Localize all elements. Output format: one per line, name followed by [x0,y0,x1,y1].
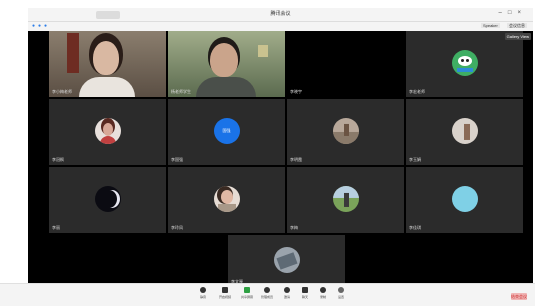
people-icon [264,287,270,293]
window-controls[interactable]: –□× [499,10,527,16]
participants-button[interactable]: 管理成员 [260,287,274,305]
window-title: 腾讯会议 [270,11,291,17]
participant-name: 李宏老师 [409,89,425,94]
participant-name: 李佳琪 [409,225,421,230]
participant-tile[interactable]: 李小梅老师 [49,31,166,97]
participant-name: 李冠枫 [52,157,64,162]
invite-button[interactable]: 邀请 [280,287,294,305]
view-switch-button[interactable]: Speaker [480,23,500,28]
participant-tile[interactable]: 李冠枫 [49,99,166,165]
share-screen-button[interactable]: 共享屏幕 [240,287,254,305]
meeting-control-bar: 静音 开启视频 共享屏幕 管理成员 邀请 聊天 录制 设置 结束会议 [0,283,535,306]
participant-avatar [213,185,240,212]
participant-tile[interactable]: 杨老师学生 [168,31,285,97]
title-bar: 腾讯会议 –□× [28,8,533,22]
settings-button[interactable]: 设置 [334,287,348,305]
mute-button[interactable]: 静音 [196,287,210,305]
participant-avatar [451,49,478,76]
participant-name: 李玲凤 [171,225,183,230]
participant-name: 李明霞 [290,157,302,162]
meeting-status-icons[interactable]: ●●● [32,23,50,29]
participant-tile[interactable]: 李玉娟 [406,99,523,165]
participant-avatar [451,185,478,212]
participant-name: 李玉娟 [409,157,421,162]
participant-tile[interactable]: 李玲凤 [168,167,285,233]
chat-button[interactable]: 聊天 [298,287,312,305]
meeting-bar-right: Speaker 会议信息 [475,23,527,29]
chat-icon [302,287,308,293]
participant-tile[interactable]: 李明霞 [287,99,404,165]
video-grid: 李小梅老师 杨老师学生 李晓宇 李宏老师 李冠枫 国强 李国强 李明霞 李玉娟 … [28,31,533,287]
participant-name: 李小梅老师 [52,89,72,94]
gear-icon [338,287,344,293]
participant-name: 李梅 [290,225,298,230]
participant-avatar [94,117,121,144]
participant-tile[interactable]: 李文琴 [228,235,345,287]
participant-tile[interactable]: 李晓宇 [287,31,404,97]
meeting-info-bar: ●●● Speaker 会议信息 [28,22,533,31]
participant-video [93,41,119,75]
participant-tile[interactable]: 李丽 [49,167,166,233]
participant-avatar [94,185,121,212]
participant-avatar [451,117,478,144]
record-icon [320,287,326,293]
left-margin [0,8,28,283]
participant-tile[interactable]: 国强 李国强 [168,99,285,165]
microphone-icon [200,287,206,293]
participant-avatar [273,246,300,273]
meeting-info-button[interactable]: 会议信息 [507,23,527,28]
end-meeting-button[interactable]: 结束会议 [511,293,527,300]
participant-avatar [332,117,359,144]
participant-tile[interactable]: 李梅 [287,167,404,233]
camera-icon [222,287,228,293]
participant-name: 李晓宇 [290,89,302,94]
share-screen-icon [244,287,250,293]
video-button[interactable]: 开启视频 [218,287,232,305]
participant-avatar [332,185,359,212]
participant-name: 李国强 [171,157,183,162]
gallery-view-badge[interactable]: Gallery View [504,33,531,40]
participant-name: 李丽 [52,225,60,230]
participant-video [210,43,238,77]
participant-tile[interactable]: 李宏老师 [406,31,523,97]
participant-avatar: 国强 [213,117,240,144]
record-button[interactable]: 录制 [316,287,330,305]
participant-name: 杨老师学生 [171,89,191,94]
meeting-window: 腾讯会议 –□× ●●● Speaker 会议信息 李小梅老师 杨老师学生 李晓… [28,8,533,302]
invite-icon [284,287,290,293]
participant-tile[interactable]: 李佳琪 [406,167,523,233]
